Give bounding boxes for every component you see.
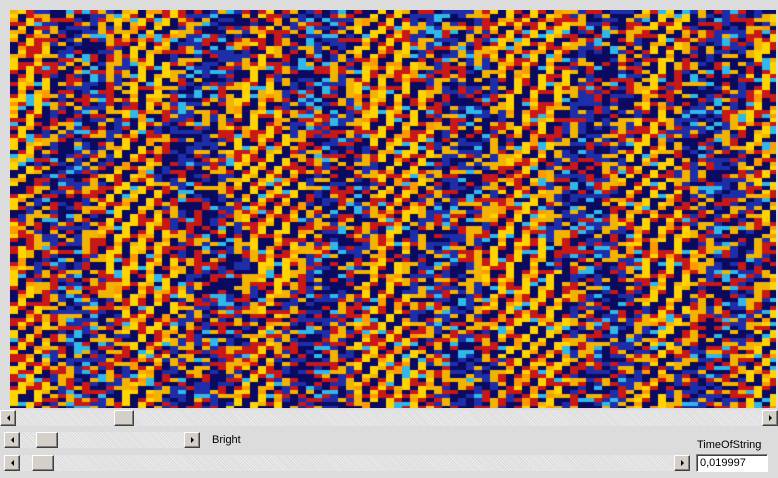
arrow-right-icon [190, 437, 194, 443]
arrow-right-icon [680, 460, 684, 466]
time-decrease-button[interactable] [4, 455, 20, 471]
time-slider-thumb[interactable] [32, 455, 54, 471]
bright-slider-thumb[interactable] [36, 432, 58, 448]
bright-decrease-button[interactable] [4, 432, 20, 448]
arrow-left-icon [10, 437, 14, 443]
scroll-left-button[interactable] [0, 410, 16, 426]
application-window: Bright TimeOfString 0,019997 [0, 0, 778, 478]
bright-label: Bright [212, 434, 241, 446]
time-increase-button[interactable] [674, 455, 690, 471]
time-of-string-slider[interactable] [4, 455, 690, 471]
bright-increase-button[interactable] [184, 432, 200, 448]
bright-slider[interactable] [4, 432, 200, 448]
display-horizontal-scrollbar[interactable] [0, 410, 778, 426]
arrow-right-icon [768, 415, 772, 421]
time-of-string-label: TimeOfString [697, 439, 762, 451]
time-of-string-value-field[interactable]: 0,019997 [696, 454, 768, 472]
arrow-left-icon [10, 460, 14, 466]
signal-raster-canvas[interactable] [10, 10, 776, 408]
scroll-right-button[interactable] [762, 410, 778, 426]
arrow-left-icon [6, 415, 10, 421]
scroll-thumb[interactable] [114, 410, 134, 426]
signal-display[interactable] [10, 10, 776, 408]
